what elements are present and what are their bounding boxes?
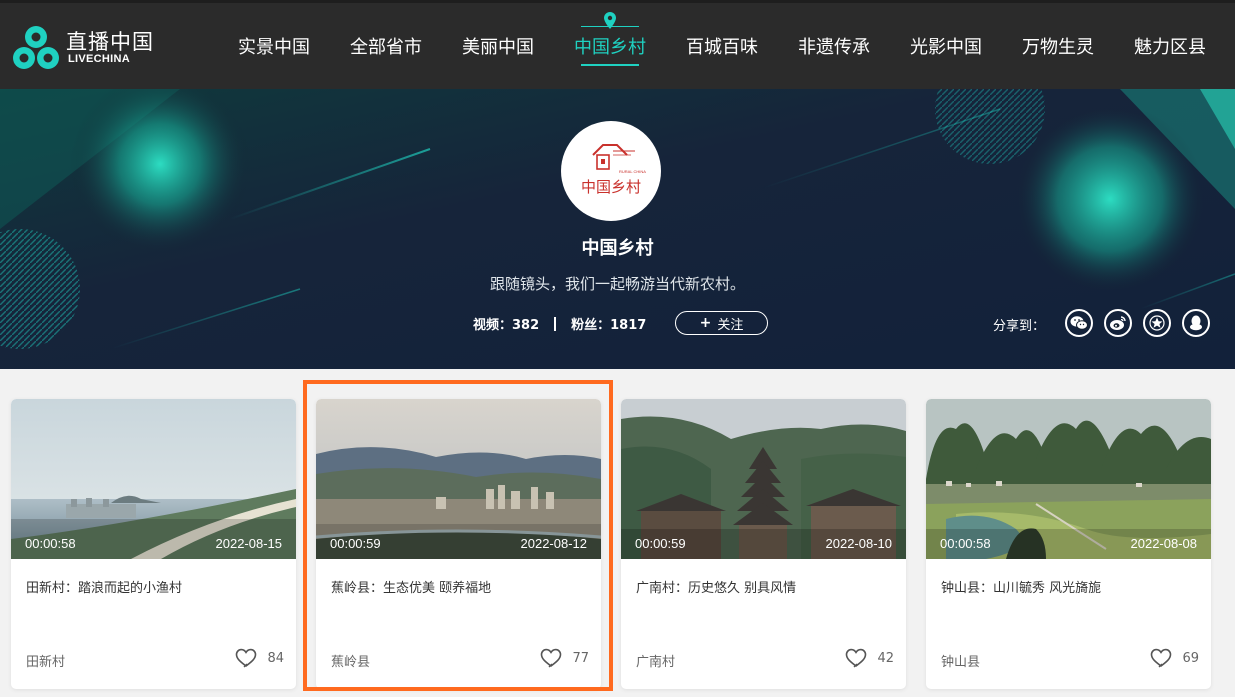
video-thumbnail[interactable]: 00:00:58 2022-08-08 — [926, 399, 1211, 559]
nav-item-label: 中国乡村 — [574, 37, 646, 58]
video-tag[interactable]: 田新村 — [26, 651, 65, 670]
like-count: 69 — [1182, 650, 1199, 666]
video-title[interactable]: 钟山县：山川毓秀 风光旖旎 — [941, 577, 1101, 596]
heart-icon — [541, 648, 562, 668]
channel-avatar: RURAL CHINA 中国乡村 — [561, 121, 661, 221]
video-title[interactable]: 广南村：历史悠久 别具风情 — [636, 577, 796, 596]
location-pin-icon — [604, 12, 616, 29]
main-nav: 实景中国 全部省市 美丽中国 中国乡村 百城百味 非遗传承 光影中国 万物生灵 … — [218, 0, 1226, 89]
video-card[interactable]: 00:00:59 2022-08-10 广南村：历史悠久 别具风情 广南村 42 — [621, 399, 906, 689]
fan-count: 粉丝：1817 — [571, 318, 647, 333]
logo-chinese-text: 直播中国 — [66, 30, 154, 54]
video-duration: 00:00:59 — [635, 536, 686, 551]
nav-item-hundred-cities[interactable]: 百城百味 — [666, 0, 778, 89]
nav-active-decor-left — [581, 26, 609, 27]
site-logo[interactable]: 直播中国 LIVECHINA — [10, 22, 160, 72]
like-button[interactable]: 42 — [845, 648, 894, 668]
nav-item-label: 实景中国 — [238, 37, 310, 58]
video-duration: 00:00:59 — [330, 536, 381, 551]
nav-item-label: 魅力区县 — [1134, 37, 1206, 58]
video-date: 2022-08-15 — [215, 536, 283, 551]
livechina-logo-icon — [13, 26, 59, 69]
nav-item-real-china[interactable]: 实景中国 — [218, 0, 330, 89]
video-thumbnail[interactable]: 00:00:59 2022-08-12 — [316, 399, 601, 559]
video-tag[interactable]: 钟山县 — [941, 651, 980, 670]
video-date: 2022-08-12 — [520, 536, 588, 551]
site-header: 直播中国 LIVECHINA 实景中国 全部省市 美丽中国 中国乡村 百城百味 … — [0, 0, 1235, 89]
nav-item-beautiful-china[interactable]: 美丽中国 — [442, 0, 554, 89]
nav-item-rural-china[interactable]: 中国乡村 — [554, 0, 666, 89]
like-count: 77 — [572, 650, 589, 666]
logo-english-text: LIVECHINA — [68, 53, 130, 65]
stats-divider — [554, 316, 557, 331]
heart-icon — [846, 648, 867, 668]
nav-active-decor-right — [611, 26, 639, 27]
nav-item-label: 美丽中国 — [462, 37, 534, 58]
video-thumbnail[interactable]: 00:00:59 2022-08-10 — [621, 399, 906, 559]
channel-title: 中国乡村 — [581, 238, 654, 259]
nav-item-all-provinces[interactable]: 全部省市 — [330, 0, 442, 89]
weibo-icon[interactable] — [1104, 309, 1132, 337]
heart-icon — [1151, 648, 1172, 668]
video-duration: 00:00:58 — [25, 536, 76, 551]
qq-icon[interactable] — [1182, 309, 1210, 337]
nav-item-heritage[interactable]: 非遗传承 — [778, 0, 890, 89]
avatar-chinese-text: 中国乡村 — [580, 178, 641, 196]
video-thumbnail[interactable]: 00:00:58 2022-08-15 — [11, 399, 296, 559]
video-card[interactable]: 00:00:58 2022-08-15 田新村：踏浪而起的小渔村 田新村 84 — [11, 399, 296, 689]
video-tag[interactable]: 蕉岭县 — [331, 651, 370, 670]
nav-item-label: 百城百味 — [686, 37, 758, 58]
share-label: 分享到： — [993, 319, 1046, 334]
like-count: 84 — [267, 650, 284, 666]
video-date: 2022-08-10 — [825, 536, 893, 551]
channel-description: 跟随镜头，我们一起畅游当代新农村。 — [489, 275, 745, 293]
video-card[interactable]: 00:00:59 2022-08-12 蕉岭县：生态优美 颐养福地 蕉岭县 77 — [316, 399, 601, 689]
video-title[interactable]: 田新村：踏浪而起的小渔村 — [26, 577, 182, 596]
channel-banner: RURAL CHINA 中国乡村 中国乡村 跟随镜头，我们一起畅游当代新农村。 … — [0, 89, 1235, 369]
wechat-icon[interactable] — [1065, 309, 1093, 337]
nav-item-counties[interactable]: 魅力区县 — [1114, 0, 1226, 89]
plus-icon: + — [699, 315, 712, 331]
video-title[interactable]: 蕉岭县：生态优美 颐养福地 — [331, 577, 491, 596]
video-date: 2022-08-08 — [1130, 536, 1198, 551]
heart-icon — [236, 648, 257, 668]
video-tag[interactable]: 广南村 — [636, 651, 675, 670]
nav-item-wildlife[interactable]: 万物生灵 — [1002, 0, 1114, 89]
nav-item-label: 光影中国 — [910, 37, 982, 58]
avatar-english-text: RURAL CHINA — [619, 169, 646, 174]
nav-item-label: 万物生灵 — [1022, 37, 1094, 58]
video-duration: 00:00:58 — [940, 536, 991, 551]
video-card[interactable]: 00:00:58 2022-08-08 钟山县：山川毓秀 风光旖旎 钟山县 69 — [926, 399, 1211, 689]
channel-stats: 视频：382 粉丝：1817 — [473, 314, 646, 333]
like-button[interactable]: 69 — [1150, 648, 1199, 668]
follow-button[interactable]: + 关注 — [675, 311, 768, 335]
qzone-icon[interactable] — [1143, 309, 1171, 337]
video-card-list: 00:00:58 2022-08-15 田新村：踏浪而起的小渔村 田新村 84 — [11, 399, 1211, 689]
nav-item-light-china[interactable]: 光影中国 — [890, 0, 1002, 89]
nav-item-label: 全部省市 — [350, 37, 422, 58]
like-button[interactable]: 77 — [540, 648, 589, 668]
follow-button-label: 关注 — [717, 317, 744, 333]
nav-item-label: 非遗传承 — [798, 37, 870, 58]
nav-active-underline — [581, 64, 639, 66]
like-button[interactable]: 84 — [235, 648, 284, 668]
video-count: 视频：382 — [473, 318, 540, 333]
share-icons — [1065, 309, 1210, 337]
like-count: 42 — [877, 650, 894, 666]
